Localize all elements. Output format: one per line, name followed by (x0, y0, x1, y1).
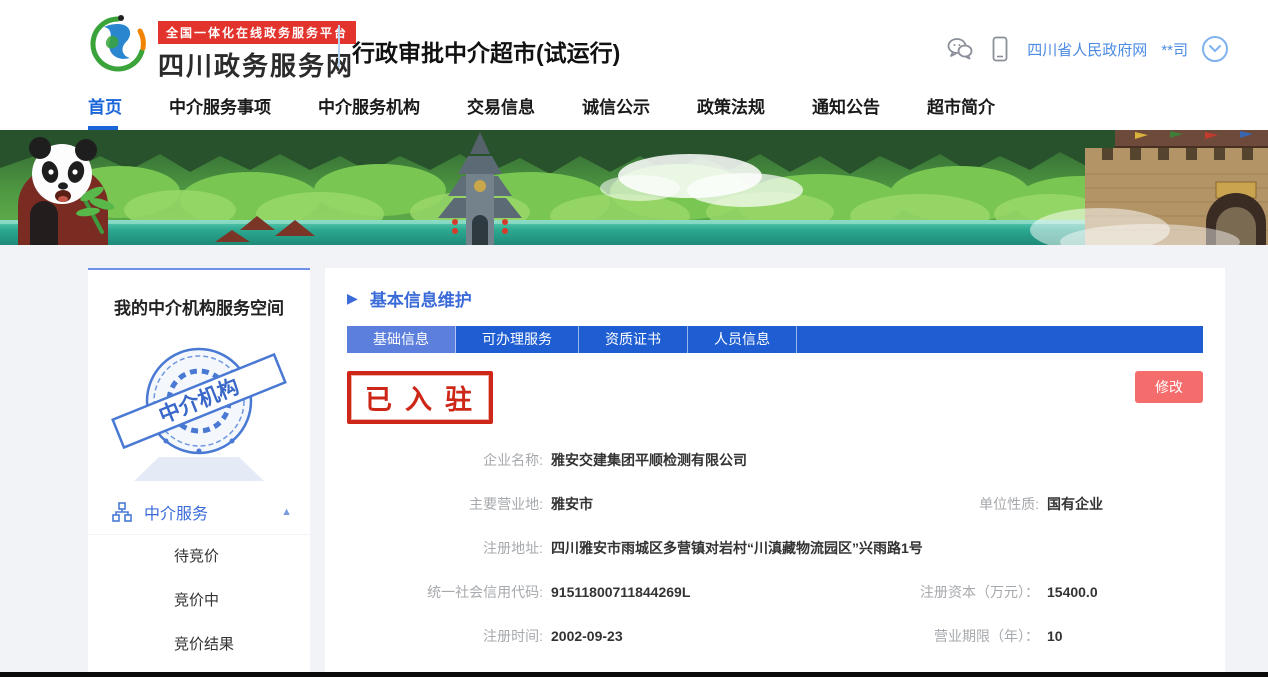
unit-nature-label: 单位性质: (905, 494, 1039, 514)
tab-available-services[interactable]: 可办理服务 (456, 326, 579, 353)
tab-basic-info[interactable]: 基础信息 (347, 326, 456, 353)
chevron-down-icon[interactable] (1202, 36, 1228, 62)
page-title: 行政审批中介超市(试运行) (352, 34, 620, 68)
sidebar-menu-intermediary-services[interactable]: 中介服务 ▲ (88, 489, 310, 535)
header-right: 四川省人民政府网 **司 (947, 36, 1228, 62)
nav-item-intermediary-service-items[interactable]: 中介服务事项 (169, 85, 271, 130)
main-content: ▶ 基本信息维护 基础信息 可办理服务 资质证书 人员信息 已入驻 修改 企业名… (325, 268, 1225, 677)
tab-personnel-info[interactable]: 人员信息 (688, 326, 797, 353)
company-name-value: 雅安交建集团平顺检测有限公司 (551, 450, 747, 470)
agency-stamp: 中介机构 (88, 329, 310, 489)
registration-date-value: 2002-09-23 (551, 628, 623, 644)
mobile-icon[interactable] (987, 36, 1013, 62)
registered-capital-label: 注册资本（万元）： (905, 582, 1039, 602)
menu-expand-icon[interactable]: ▲ (281, 506, 292, 518)
section-arrow-icon: ▶ (347, 290, 358, 307)
main-business-location-label: 主要营业地: (347, 494, 543, 514)
registered-capital-value: 15400.0 (1047, 584, 1098, 600)
sitemap-icon (112, 502, 132, 522)
registration-date-label: 注册时间: (347, 626, 543, 646)
nav-item-notices[interactable]: 通知公告 (812, 85, 880, 130)
sidebar-item-pending-bidding[interactable]: 待竞价 (88, 535, 310, 579)
user-name[interactable]: **司 (1161, 39, 1188, 60)
registered-address-value: 四川雅安市雨城区多营镇对岩村“川滇藏物流园区”兴雨路1号 (551, 538, 923, 558)
company-name-label: 企业名称: (347, 450, 543, 470)
sidebar: 我的中介机构服务空间 中介机构 中介服务 (88, 268, 310, 677)
logo-text: 全国一体化在线政务服务平台 四川政务服务网 (158, 21, 356, 83)
platform-badge: 全国一体化在线政务服务平台 (158, 21, 356, 44)
header-divider (338, 25, 340, 67)
tab-qualification-certificates[interactable]: 资质证书 (579, 326, 688, 353)
banner-image (0, 130, 1268, 245)
site-name: 四川政务服务网 (158, 46, 356, 83)
credit-code-value: 91511800711844269L (551, 584, 690, 600)
agency-stamp-icon: 中介机构 (104, 329, 294, 487)
sidebar-item-bidding-in-progress[interactable]: 竞价中 (88, 579, 310, 623)
sidebar-item-bidding-results[interactable]: 竞价结果 (88, 623, 310, 667)
page: 全国一体化在线政务服务平台 四川政务服务网 行政审批中介超市(试运行) (0, 0, 1268, 677)
unit-nature-value: 国有企业 (1047, 494, 1103, 514)
nav-item-home[interactable]: 首页 (88, 85, 122, 130)
nav-item-policies[interactable]: 政策法规 (697, 85, 765, 130)
field-row: 注册地址: 四川雅安市雨城区多营镇对岩村“川滇藏物流园区”兴雨路1号 (347, 526, 1203, 570)
nav-item-transaction-info[interactable]: 交易信息 (467, 85, 535, 130)
nav-item-intermediary-agencies[interactable]: 中介服务机构 (318, 85, 420, 130)
site-logo-icon (88, 14, 148, 74)
section-head: ▶ 基本信息维护 (347, 286, 1203, 311)
nav-item-about[interactable]: 超市简介 (927, 85, 995, 130)
header: 全国一体化在线政务服务平台 四川政务服务网 行政审批中介超市(试运行) (0, 0, 1268, 85)
edit-button[interactable]: 修改 (1135, 371, 1203, 403)
footer-bar (0, 672, 1268, 677)
gov-website-link[interactable]: 四川省人民政府网 (1027, 39, 1147, 60)
basic-info-fields: 企业名称: 雅安交建集团平顺检测有限公司 主要营业地: 雅安市 单位性质: 国有… (347, 438, 1203, 658)
tabbar: 基础信息 可办理服务 资质证书 人员信息 (347, 326, 1203, 353)
field-row: 企业名称: 雅安交建集团平顺检测有限公司 (347, 438, 1203, 482)
business-term-value: 10 (1047, 628, 1063, 644)
registered-status-stamp: 已入驻 (347, 371, 493, 424)
credit-code-label: 统一社会信用代码: (347, 582, 543, 602)
sidebar-menu-label: 中介服务 (144, 500, 281, 524)
main-nav: 首页 中介服务事项 中介服务机构 交易信息 诚信公示 政策法规 通知公告 超市简… (0, 85, 1268, 130)
wechat-icon[interactable] (947, 36, 973, 62)
sidebar-title: 我的中介机构服务空间 (88, 270, 310, 329)
field-row: 统一社会信用代码: 91511800711844269L 注册资本（万元）： 1… (347, 570, 1203, 614)
registered-address-label: 注册地址: (347, 538, 543, 558)
stamp-row: 已入驻 修改 (347, 371, 1203, 424)
section-title: 基本信息维护 (370, 286, 472, 311)
business-term-label: 营业期限（年）： (905, 626, 1039, 646)
field-row: 主要营业地: 雅安市 单位性质: 国有企业 (347, 482, 1203, 526)
field-row: 注册时间: 2002-09-23 营业期限（年）： 10 (347, 614, 1203, 658)
main-business-location-value: 雅安市 (551, 494, 593, 514)
nav-item-integrity-publicity[interactable]: 诚信公示 (582, 85, 650, 130)
